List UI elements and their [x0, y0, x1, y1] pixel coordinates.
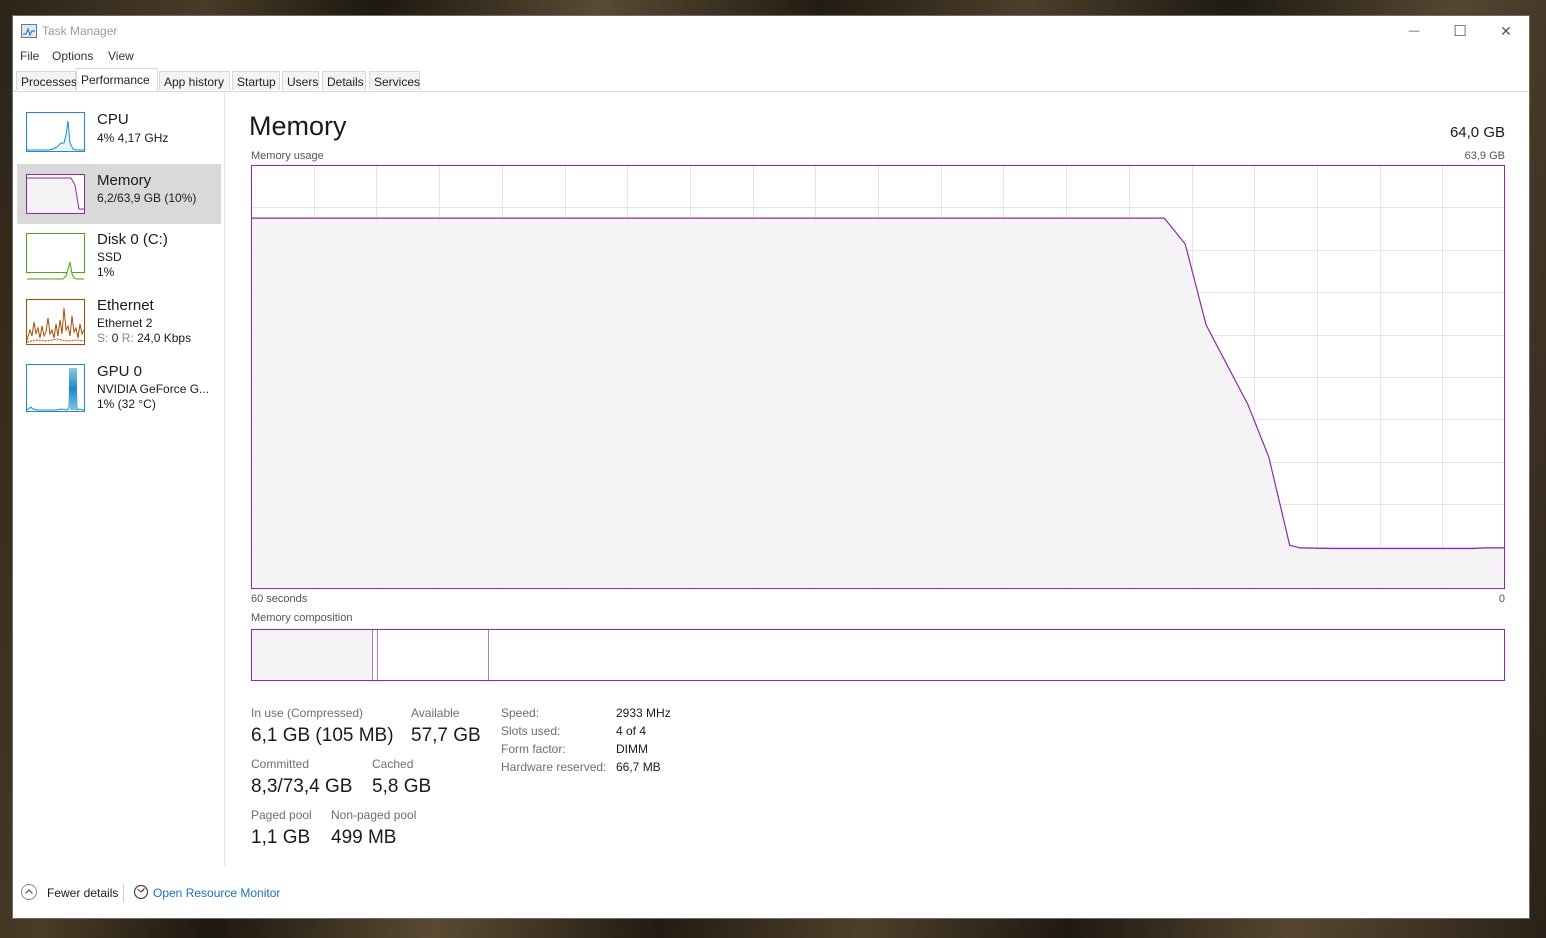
gpu-thumbnail-graph: [26, 364, 85, 412]
sidebar-item-subtitle: 4% 4,17 GHz: [97, 131, 169, 145]
sidebar-item-gpu[interactable]: GPU 0 NVIDIA GeForce G... 1% (32 °C): [17, 360, 221, 430]
slots-used-label: Slots used:: [501, 724, 561, 738]
total-memory: 64,0 GB: [1449, 124, 1505, 141]
sidebar-item-subtitle: SSD: [97, 250, 122, 264]
maximize-button[interactable]: ☐: [1437, 16, 1483, 46]
close-icon: ✕: [1500, 22, 1512, 39]
memory-thumbnail-graph: [26, 174, 85, 214]
hardware-reserved-value: 66,7 MB: [616, 760, 661, 774]
sidebar-item-subtitle: Ethernet 2: [97, 316, 153, 330]
graph-time-end: 0: [1498, 593, 1505, 605]
memory-composition-bar: [251, 629, 1505, 681]
composition-standby: [378, 630, 489, 680]
cpu-thumbnail-graph: [26, 112, 85, 152]
ethernet-thumbnail-graph: [26, 299, 85, 345]
task-manager-icon: [21, 24, 37, 38]
form-factor-value: DIMM: [616, 742, 648, 756]
non-paged-pool-label: Non-paged pool: [331, 808, 417, 822]
sidebar-item-title: CPU: [97, 111, 129, 128]
send-label: S:: [97, 331, 109, 345]
sidebar-item-detail: 1%: [97, 265, 115, 279]
memory-usage-label: Memory usage: [251, 150, 324, 162]
footer: Fewer details Open Resource Monitor: [13, 876, 1529, 910]
sidebar-item-title: GPU 0: [97, 363, 143, 380]
sidebar-item-title: Ethernet: [97, 297, 154, 314]
graph-time-start: 60 seconds: [251, 593, 308, 605]
menu-file[interactable]: File: [20, 49, 39, 63]
hardware-reserved-label: Hardware reserved:: [501, 760, 607, 774]
window-title: Task Manager: [42, 24, 118, 38]
in-use-value: 6,1 GB (105 MB): [251, 725, 394, 746]
task-manager-window: Task Manager — ☐ ✕ File Options View Pro…: [13, 16, 1529, 918]
tab-processes[interactable]: Processes: [16, 71, 77, 90]
composition-in-use: [252, 630, 373, 680]
committed-value: 8,3/73,4 GB: [251, 776, 353, 797]
menu-view[interactable]: View: [108, 49, 134, 63]
sidebar-item-subtitle: NVIDIA GeForce G...: [97, 382, 210, 396]
memory-usage-max: 63,9 GB: [1464, 150, 1505, 162]
memory-composition-label: Memory composition: [251, 612, 353, 624]
tab-users[interactable]: Users: [282, 71, 319, 90]
tab-details[interactable]: Details: [322, 71, 366, 90]
tab-performance[interactable]: Performance: [76, 68, 158, 91]
sidebar-item-disk[interactable]: Disk 0 (C:) SSD 1%: [17, 226, 221, 290]
tab-bar: Processes Performance App history Startu…: [13, 67, 1529, 92]
ethernet-throughput: S: 0 R: 24,0 Kbps: [97, 331, 191, 345]
speed-label: Speed:: [501, 706, 540, 720]
performance-sidebar: CPU 4% 4,17 GHz Memory 6,2/63,9 GB (10%)…: [13, 92, 225, 866]
tab-app-history[interactable]: App history: [159, 71, 230, 90]
open-resource-monitor-link[interactable]: Open Resource Monitor: [153, 886, 280, 900]
sidebar-item-subtitle: 6,2/63,9 GB (10%): [97, 191, 197, 205]
footer-divider: [123, 884, 124, 902]
sidebar-item-title: Memory: [97, 172, 152, 189]
paged-pool-value: 1,1 GB: [251, 827, 311, 848]
sidebar-item-title: Disk 0 (C:): [97, 231, 168, 248]
cached-label: Cached: [372, 757, 414, 771]
maximize-icon: ☐: [1453, 23, 1467, 40]
tab-startup[interactable]: Startup: [232, 71, 280, 90]
sidebar-item-ethernet[interactable]: Ethernet Ethernet 2 S: 0 R: 24,0 Kbps: [17, 292, 221, 356]
disk-thumbnail-graph: [26, 233, 85, 280]
receive-value: 24,0 Kbps: [137, 331, 192, 345]
minimize-icon: —: [1408, 25, 1420, 37]
slots-used-value: 4 of 4: [616, 724, 647, 738]
close-button[interactable]: ✕: [1483, 16, 1529, 46]
menu-bar: File Options View: [13, 46, 1529, 66]
sidebar-item-cpu[interactable]: CPU 4% 4,17 GHz: [17, 104, 221, 162]
minimize-button[interactable]: —: [1391, 16, 1437, 46]
speed-value: 2933 MHz: [616, 706, 671, 720]
send-value: 0: [111, 331, 119, 345]
resource-monitor-icon[interactable]: [133, 884, 149, 900]
sidebar-item-detail: 1% (32 °C): [97, 397, 156, 411]
chevron-up-icon[interactable]: [21, 884, 37, 900]
available-value: 57,7 GB: [411, 725, 481, 746]
page-title: Memory: [249, 111, 347, 141]
in-use-label: In use (Compressed): [251, 706, 364, 720]
sidebar-item-memory[interactable]: Memory 6,2/63,9 GB (10%): [17, 164, 221, 224]
form-factor-label: Form factor:: [501, 742, 566, 756]
fewer-details-button[interactable]: Fewer details: [47, 886, 118, 900]
menu-options[interactable]: Options: [52, 49, 93, 63]
memory-usage-graph: [251, 165, 1505, 589]
committed-label: Committed: [251, 757, 310, 771]
receive-label: R:: [121, 331, 134, 345]
non-paged-pool-value: 499 MB: [331, 827, 397, 848]
paged-pool-label: Paged pool: [251, 808, 312, 822]
cached-value: 5,8 GB: [372, 776, 432, 797]
available-label: Available: [411, 706, 460, 720]
title-bar[interactable]: Task Manager — ☐ ✕: [13, 16, 1529, 46]
tab-services[interactable]: Services: [369, 71, 420, 90]
